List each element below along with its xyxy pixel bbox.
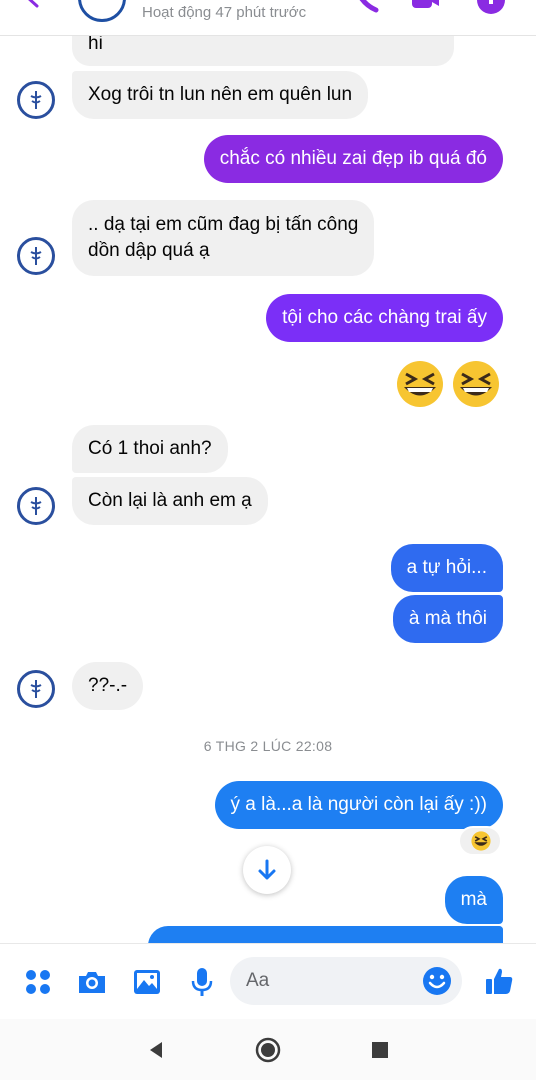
grinning-squinting-face-icon[interactable] xyxy=(452,360,500,408)
emoji-icon[interactable] xyxy=(421,965,453,997)
gallery-icon[interactable] xyxy=(131,966,163,998)
caduceus-icon xyxy=(30,91,42,109)
caduceus-icon xyxy=(30,680,42,698)
message-composer xyxy=(0,943,536,1019)
message-text: tội cho các chàng trai ấy xyxy=(282,307,487,328)
back-arrow-icon[interactable] xyxy=(22,0,44,8)
phone-icon[interactable] xyxy=(352,0,382,14)
message-bubble-outgoing[interactable]: ý a là...a là người còn lại ấy :)) xyxy=(214,781,503,829)
message-bubble-incoming[interactable]: ??-.- xyxy=(72,662,144,710)
like-thumb-icon[interactable] xyxy=(484,965,516,997)
menu-dots-icon[interactable] xyxy=(23,966,55,998)
caduceus-icon xyxy=(30,497,42,515)
message-bubble-incoming[interactable]: Còn lại là anh em ạ xyxy=(72,477,268,525)
message-bubble-outgoing[interactable]: a tự hỏi... xyxy=(390,544,503,592)
message-text: Còn lại là anh em ạ xyxy=(88,490,252,511)
laughing-reaction-icon xyxy=(471,831,491,851)
message-bubble-outgoing[interactable]: mà xyxy=(444,876,503,924)
caduceus-icon xyxy=(30,247,42,265)
message-text: .. dạ tại em cũm đag bị tấn công xyxy=(88,214,359,235)
message-text: à mà thôi xyxy=(408,608,487,629)
message-text: hi xyxy=(88,36,103,54)
nav-recents-icon[interactable] xyxy=(366,1036,394,1064)
camera-icon[interactable] xyxy=(76,966,108,998)
message-bubble-outgoing[interactable]: tội cho các chàng trai ấy xyxy=(266,294,503,342)
message-text-line2: dồn dập quá ạ xyxy=(88,240,210,261)
message-bubble-incoming[interactable]: Xog trôi tn lun nên em quên lun xyxy=(72,71,369,119)
message-reaction[interactable] xyxy=(458,826,502,856)
system-navigation-bar xyxy=(0,1019,536,1080)
contact-avatar[interactable] xyxy=(17,487,55,525)
conversation-header: Hoạt động 47 phút trước xyxy=(0,0,536,36)
arrow-down-icon xyxy=(258,859,276,880)
message-bubble-outgoing[interactable]: chắc có nhiều zai đẹp ib quá đó xyxy=(203,135,503,183)
message-text: Có 1 thoi anh? xyxy=(88,438,212,459)
message-text: a tự hỏi... xyxy=(406,557,487,578)
active-status: Hoạt động 47 phút trước xyxy=(142,4,307,21)
nav-home-icon[interactable] xyxy=(254,1036,282,1064)
contact-avatar[interactable] xyxy=(17,81,55,119)
microphone-icon[interactable] xyxy=(186,966,218,998)
grinning-squinting-face-icon[interactable] xyxy=(396,360,444,408)
message-text: chắc có nhiều zai đẹp ib quá đó xyxy=(219,148,487,169)
contact-avatar[interactable] xyxy=(17,237,55,275)
message-text: mà xyxy=(460,889,487,910)
message-text: Xog trôi tn lun nên em quên lun xyxy=(88,84,353,105)
message-text: ý a là...a là người còn lại ấy :)) xyxy=(230,794,487,815)
message-timestamp: 6 THG 2 LÚC 22:08 xyxy=(203,738,333,754)
nav-back-icon[interactable] xyxy=(142,1036,170,1064)
contact-avatar[interactable] xyxy=(78,0,126,22)
info-icon[interactable] xyxy=(476,0,506,14)
contact-avatar[interactable] xyxy=(17,670,55,708)
message-bubble-incoming[interactable]: .. dạ tại em cũm đag bị tấn công dồn dập… xyxy=(72,200,375,276)
message-bubble-incoming[interactable]: hi xyxy=(72,36,454,66)
message-bubble-outgoing-partial[interactable] xyxy=(148,926,503,943)
video-camera-icon[interactable] xyxy=(410,0,440,14)
scroll-to-bottom-button[interactable] xyxy=(243,846,291,894)
message-bubble-incoming[interactable]: Có 1 thoi anh? xyxy=(72,425,228,473)
message-bubble-outgoing[interactable]: à mà thôi xyxy=(392,595,503,643)
message-text: ??-.- xyxy=(88,675,128,696)
message-list[interactable]: hi Xog trôi tn lun nên em quên lun chắc … xyxy=(0,36,536,943)
